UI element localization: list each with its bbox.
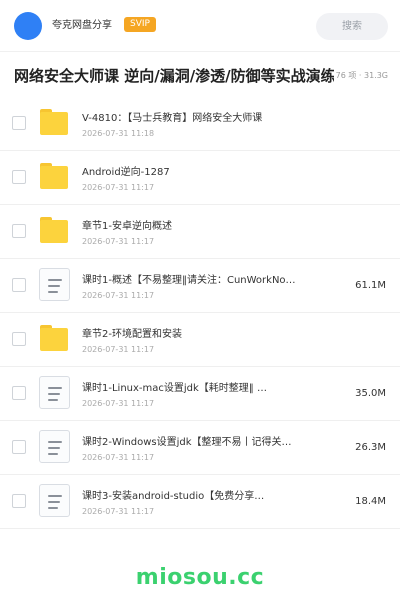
app-header: 夸克网盘分享 SVIP 搜索 bbox=[0, 0, 400, 52]
file-size: 26.3M bbox=[355, 442, 386, 453]
document-icon bbox=[39, 484, 70, 517]
list-item[interactable]: 课时3-安装android-studio【免费分享… 2026-07-31 11:… bbox=[0, 475, 400, 529]
list-item[interactable]: 章节2-环境配置和安装 2026-07-31 11:17 bbox=[0, 313, 400, 367]
document-icon bbox=[39, 376, 70, 409]
file-size: 61.1M bbox=[355, 280, 386, 291]
select-checkbox[interactable] bbox=[12, 278, 26, 292]
select-checkbox[interactable] bbox=[12, 332, 26, 346]
select-checkbox[interactable] bbox=[12, 440, 26, 454]
watermark: miosou.cc bbox=[135, 565, 265, 590]
file-date: 2026-07-31 11:17 bbox=[82, 507, 155, 516]
list-item[interactable]: V-4810：【马士兵教育】网络安全大师课 2026-07-31 11:18 bbox=[0, 97, 400, 151]
share-title-bar: 网络安全大师课 逆向/漏洞/渗透/防御等实战演练 76 项 · 31.3G bbox=[0, 53, 400, 97]
svip-badge: SVIP bbox=[124, 17, 156, 32]
folder-icon bbox=[40, 217, 68, 243]
file-name[interactable]: 课时3-安装android-studio【免费分享… bbox=[82, 489, 322, 504]
file-date: 2026-07-31 11:17 bbox=[82, 399, 155, 408]
select-checkbox[interactable] bbox=[12, 494, 26, 508]
file-date: 2026-07-31 11:17 bbox=[82, 345, 155, 354]
folder-icon bbox=[40, 109, 68, 135]
list-item[interactable]: 课时1-Linux-mac设置jdk【耗时整理‖ … 2026-07-31 11:… bbox=[0, 367, 400, 421]
list-item[interactable]: 章节1-安卓逆向概述 2026-07-31 11:17 bbox=[0, 205, 400, 259]
select-checkbox[interactable] bbox=[12, 170, 26, 184]
file-date: 2026-07-31 11:18 bbox=[82, 129, 155, 138]
file-name[interactable]: 章节2-环境配置和安装 bbox=[82, 327, 322, 342]
file-date: 2026-07-31 11:17 bbox=[82, 183, 155, 192]
select-checkbox[interactable] bbox=[12, 116, 26, 130]
file-name[interactable]: 章节1-安卓逆向概述 bbox=[82, 219, 322, 234]
file-date: 2026-07-31 11:17 bbox=[82, 291, 155, 300]
folder-icon bbox=[40, 325, 68, 351]
file-date: 2026-07-31 11:17 bbox=[82, 453, 155, 462]
file-name[interactable]: Android逆向-1287 bbox=[82, 165, 322, 180]
document-icon bbox=[39, 430, 70, 463]
file-name[interactable]: 课时2-Windows设置jdk【整理不易丨记得关… bbox=[82, 435, 322, 450]
list-item[interactable]: Android逆向-1287 2026-07-31 11:17 bbox=[0, 151, 400, 205]
list-item[interactable]: 课时2-Windows设置jdk【整理不易丨记得关… 2026-07-31 11:… bbox=[0, 421, 400, 475]
page-title: 网络安全大师课 逆向/漏洞/渗透/防御等实战演练 bbox=[14, 67, 336, 85]
folder-icon bbox=[40, 163, 68, 189]
select-checkbox[interactable] bbox=[12, 386, 26, 400]
search-button[interactable]: 搜索 bbox=[316, 13, 388, 40]
share-meta: 76 项 · 31.3G bbox=[333, 69, 388, 83]
file-name[interactable]: 课时1-概述【不易整理‖请关注：CunWorkNo… bbox=[82, 273, 322, 288]
file-date: 2026-07-31 11:17 bbox=[82, 237, 155, 246]
list-item[interactable]: 课时1-概述【不易整理‖请关注：CunWorkNo… 2026-07-31 11:… bbox=[0, 259, 400, 313]
user-name: 夸克网盘分享 bbox=[52, 20, 112, 31]
avatar[interactable] bbox=[14, 12, 42, 40]
file-size: 35.0M bbox=[355, 388, 386, 399]
file-size: 18.4M bbox=[355, 496, 386, 507]
select-checkbox[interactable] bbox=[12, 224, 26, 238]
document-icon bbox=[39, 268, 70, 301]
file-name[interactable]: V-4810：【马士兵教育】网络安全大师课 bbox=[82, 111, 322, 126]
file-name[interactable]: 课时1-Linux-mac设置jdk【耗时整理‖ … bbox=[82, 381, 322, 396]
